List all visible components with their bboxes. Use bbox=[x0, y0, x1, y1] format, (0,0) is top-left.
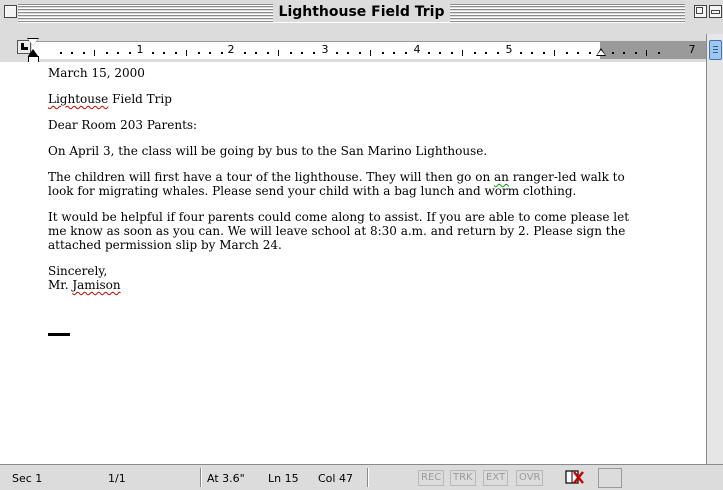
ruler-tick bbox=[60, 52, 62, 54]
ruler-tick bbox=[405, 52, 407, 54]
letter-closing: Sincerely, Mr. Jamison bbox=[48, 264, 648, 292]
ruler-number: 4 bbox=[413, 43, 421, 56]
status-page: 1/1 bbox=[108, 472, 126, 485]
hanging-indent-marker[interactable] bbox=[28, 49, 38, 56]
ruler-tick bbox=[474, 52, 476, 54]
collapse-box-icon[interactable] bbox=[709, 5, 722, 18]
ruler-tick bbox=[393, 52, 395, 54]
spelling-status-book-icon[interactable] bbox=[565, 469, 585, 485]
status-divider bbox=[367, 468, 369, 487]
ruler-tick bbox=[439, 52, 441, 54]
ruler-tick bbox=[382, 52, 384, 54]
ruler-tick bbox=[198, 52, 200, 54]
ruler-tick bbox=[186, 50, 187, 56]
paragraph-3: It would be helpful if four parents coul… bbox=[48, 210, 630, 252]
ruler-tick bbox=[635, 52, 637, 54]
ruler-tick bbox=[71, 52, 73, 54]
end-of-document-marker bbox=[48, 333, 70, 336]
ruler-tick bbox=[152, 52, 154, 54]
vertical-scrollbar[interactable] bbox=[706, 34, 723, 464]
right-indent-marker[interactable] bbox=[596, 48, 606, 56]
ruler-tick bbox=[428, 52, 430, 54]
title-bar[interactable]: Lighthouse Field Trip bbox=[0, 0, 723, 35]
status-empty-box bbox=[598, 468, 622, 488]
ruler-tick bbox=[646, 50, 647, 56]
ruler-tick bbox=[497, 52, 499, 54]
status-column: Col 47 bbox=[318, 472, 353, 485]
ruler-tick bbox=[175, 52, 177, 54]
ruler-tick bbox=[623, 52, 625, 54]
ruler-tick bbox=[554, 50, 555, 56]
ruler-tick bbox=[221, 52, 223, 54]
ruler-number: 3 bbox=[321, 43, 329, 56]
paragraph-1: On April 3, the class will be going by b… bbox=[48, 144, 488, 158]
ruler-tick bbox=[163, 52, 165, 54]
zoom-box-icon[interactable] bbox=[694, 5, 707, 18]
ruler-tick bbox=[370, 50, 371, 56]
extend-mode-indicator[interactable]: EXT bbox=[483, 470, 509, 486]
ruler-tick bbox=[485, 52, 487, 54]
letter-greeting: Dear Room 203 Parents: bbox=[48, 118, 198, 132]
ruler-tick bbox=[83, 52, 85, 54]
ruler-tick bbox=[451, 52, 453, 54]
ruler-tick bbox=[313, 52, 315, 54]
first-line-indent-marker[interactable] bbox=[28, 39, 38, 46]
ruler-tick bbox=[543, 52, 545, 54]
ruler-tick bbox=[94, 50, 95, 56]
ruler-tick bbox=[244, 52, 246, 54]
letter-subject: Lightouse Field Trip bbox=[48, 92, 648, 106]
ruler-tick bbox=[336, 52, 338, 54]
paragraph-2-start: The children will first have a tour of t… bbox=[48, 170, 494, 184]
signature-name[interactable]: Jamison bbox=[72, 278, 120, 292]
ruler-tick bbox=[658, 52, 660, 54]
misspelled-word[interactable]: Lightouse bbox=[48, 92, 108, 106]
document-area[interactable]: March 15, 2000 Lightouse Field Trip Dear… bbox=[0, 62, 706, 464]
ruler-tick bbox=[531, 52, 533, 54]
ruler-number: 1 bbox=[136, 43, 144, 56]
track-changes-indicator[interactable]: TRK bbox=[450, 470, 476, 486]
ruler-tick bbox=[462, 50, 463, 56]
ruler-tick bbox=[255, 52, 257, 54]
ruler-tick bbox=[278, 50, 279, 56]
status-bar: Sec 1 1/1 At 3.6" Ln 15 Col 47 REC TRK E… bbox=[0, 464, 723, 490]
signature-prefix: Mr. bbox=[48, 278, 73, 292]
ruler-tick bbox=[359, 52, 361, 54]
ruler-tick bbox=[129, 52, 131, 54]
ruler-tick bbox=[589, 52, 591, 54]
scroll-thumb[interactable] bbox=[709, 40, 722, 60]
letter-date: March 15, 2000 bbox=[48, 66, 145, 80]
status-position: At 3.6" bbox=[207, 472, 245, 485]
paragraph-2: The children will first have a tour of t… bbox=[48, 170, 648, 198]
ruler-tick bbox=[577, 52, 579, 54]
ruler-tick bbox=[347, 52, 349, 54]
status-divider bbox=[200, 468, 202, 487]
status-line: Ln 15 bbox=[268, 472, 299, 485]
ruler-tick bbox=[106, 52, 108, 54]
window-title: Lighthouse Field Trip bbox=[272, 2, 451, 22]
ruler-tick bbox=[209, 52, 211, 54]
ruler-number: 2 bbox=[227, 43, 235, 56]
close-box-icon[interactable] bbox=[4, 5, 17, 18]
ruler-tick bbox=[290, 52, 292, 54]
ruler-tick bbox=[267, 52, 269, 54]
ruler-number: 5 bbox=[505, 43, 513, 56]
status-section: Sec 1 bbox=[12, 472, 43, 485]
rec-mode-indicator[interactable]: REC bbox=[418, 470, 445, 486]
ruler-tick bbox=[520, 52, 522, 54]
document-text[interactable]: March 15, 2000 Lightouse Field Trip Dear… bbox=[48, 66, 648, 304]
subject-rest: Field Trip bbox=[108, 92, 172, 106]
ruler-number: 7 bbox=[688, 43, 696, 56]
ruler-tick bbox=[566, 52, 568, 54]
ruler-tick bbox=[612, 52, 614, 54]
overtype-indicator[interactable]: OVR bbox=[516, 470, 544, 486]
closing-line: Sincerely, bbox=[48, 264, 108, 278]
ruler-tick bbox=[117, 52, 119, 54]
grammar-flagged-word[interactable]: an bbox=[494, 170, 509, 184]
ruler-tick bbox=[301, 52, 303, 54]
